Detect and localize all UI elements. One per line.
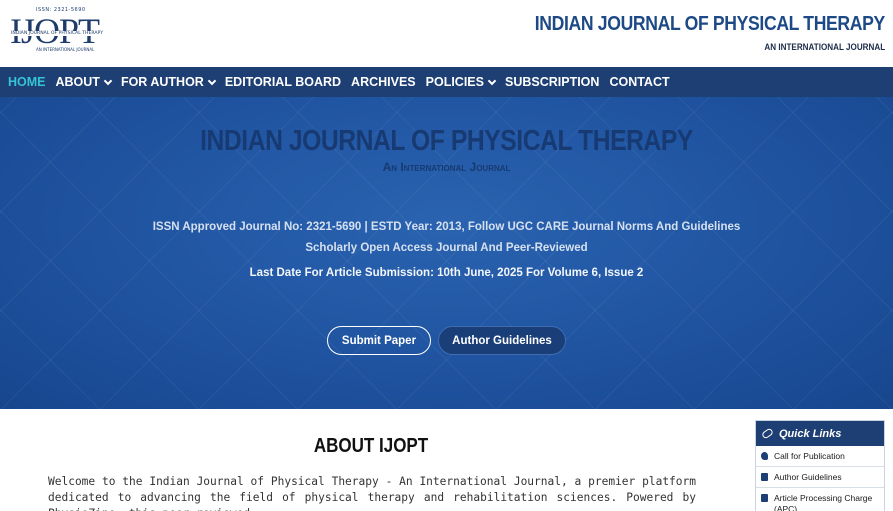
site-header: ISSN: 2321-5690 IJOPT INDIAN JOURNAL OF … [0, 0, 893, 67]
quick-links-title: Quick Links [779, 427, 842, 440]
hero-subtitle: An International Journal [382, 160, 511, 174]
nav-editorial-board-label: EDITORIAL BOARD [224, 75, 342, 89]
nav-archives-label: ARCHIVES [351, 75, 416, 89]
nav-policies[interactable]: POLICIES [425, 75, 497, 89]
hero-banner: INDIAN JOURNAL OF PHYSICAL THERAPY An In… [0, 97, 893, 409]
logo-small-sub: AN INTERNATIONAL JOURNAL [36, 47, 95, 52]
payment-icon [761, 494, 768, 502]
quick-link-label: Article Processing Charge (APC) [774, 493, 873, 511]
nav-subscription-label: SUBSCRIPTION [504, 75, 600, 89]
nav-for-author[interactable]: FOR AUTHOR [120, 75, 217, 89]
nav-contact-label: CONTACT [609, 75, 670, 89]
nav-editorial-board[interactable]: EDITORIAL BOARD [225, 75, 341, 89]
quick-link-label: Author Guidelines [774, 472, 842, 482]
quick-link-label: Call for Publication [774, 451, 845, 461]
link-icon [760, 427, 775, 440]
quick-link-author-guidelines[interactable]: Author Guidelines [756, 467, 884, 488]
hero-deadline-line: Last Date For Article Submission: 10th J… [249, 267, 644, 279]
ijopt-logo[interactable]: ISSN: 2321-5690 IJOPT INDIAN JOURNAL OF … [6, 7, 110, 57]
chevron-down-icon [103, 76, 113, 85]
phone-icon [761, 452, 768, 460]
chevron-down-icon [207, 76, 217, 85]
nav-for-author-label: FOR AUTHOR [120, 75, 204, 89]
site-title: INDIAN JOURNAL OF PHYSICAL THERAPY [534, 13, 886, 35]
quick-links-panel: Quick Links Call for Publication Author … [755, 420, 885, 511]
chevron-down-icon [487, 76, 497, 85]
nav-about[interactable]: ABOUT [55, 75, 113, 89]
quick-link-apc[interactable]: Article Processing Charge (APC) [756, 488, 884, 511]
nav-subscription[interactable]: SUBSCRIPTION [505, 75, 599, 89]
nav-home[interactable]: HOME [8, 75, 46, 89]
nav-about-label: ABOUT [55, 75, 100, 89]
quick-links-header: Quick Links [756, 421, 884, 446]
hero-access-line: Scholarly Open Access Journal And Peer-R… [305, 242, 588, 254]
logo-small-name: INDIAN JOURNAL OF PHYSICAL THERAPY [10, 31, 105, 36]
nav-policies-label: POLICIES [425, 75, 484, 89]
site-subtitle: AN INTERNATIONAL JOURNAL [764, 42, 885, 52]
about-title: ABOUT IJOPT [313, 435, 429, 457]
document-icon [761, 473, 768, 481]
nav-home-label: HOME [8, 75, 46, 89]
nav-archives[interactable]: ARCHIVES [351, 75, 416, 89]
nav-contact[interactable]: CONTACT [609, 75, 669, 89]
author-guidelines-button[interactable]: Author Guidelines [438, 326, 566, 355]
quick-link-call-for-publication[interactable]: Call for Publication [756, 446, 884, 467]
hero-issn-line: ISSN Approved Journal No: 2321-5690 | ES… [152, 221, 741, 233]
main-nav: HOME ABOUT FOR AUTHOR EDITORIAL BOARD AR… [0, 67, 893, 97]
about-text: Welcome to the Indian Journal of Physica… [48, 475, 696, 511]
hero-title: INDIAN JOURNAL OF PHYSICAL THERAPY [200, 125, 693, 157]
submit-paper-button[interactable]: Submit Paper [327, 326, 431, 355]
